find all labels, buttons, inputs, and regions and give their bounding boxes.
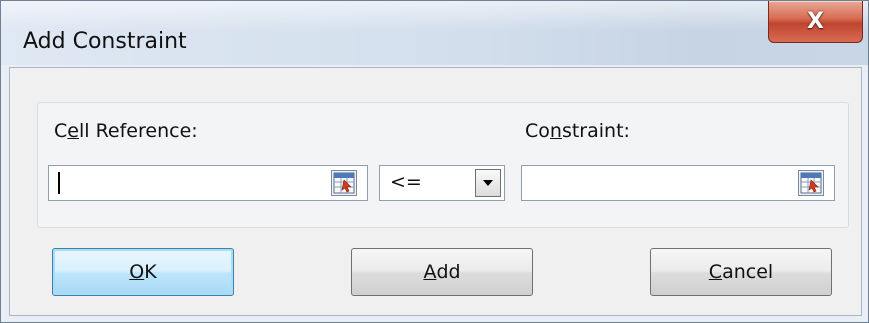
range-select-icon[interactable] [331, 170, 357, 196]
cancel-button[interactable]: Cancel [650, 248, 832, 296]
operator-select[interactable]: <= [379, 165, 505, 201]
operator-selected-value: <= [390, 171, 422, 193]
add-button[interactable]: Add [351, 248, 533, 296]
ok-button[interactable]: OK [52, 248, 234, 296]
cell-reference-label: Cell Reference: [54, 120, 198, 142]
text-caret [58, 172, 60, 194]
constraint-input[interactable] [521, 165, 835, 201]
chevron-down-icon[interactable] [475, 169, 501, 197]
range-select-icon[interactable] [798, 170, 824, 196]
cell-reference-input[interactable] [48, 165, 368, 201]
dialog-body: Cell Reference: <= Constraint: O K A dd … [9, 67, 862, 316]
constraint-label: Constraint: [525, 120, 630, 142]
close-button[interactable]: X [768, 1, 863, 43]
title-bar[interactable]: Add Constraint X [1, 1, 868, 65]
close-icon: X [807, 8, 824, 34]
add-constraint-dialog: Add Constraint X Cell Reference: <= Cons… [0, 0, 869, 323]
constraint-group: Cell Reference: <= Constraint: [37, 102, 849, 228]
dialog-title: Add Constraint [23, 29, 187, 54]
